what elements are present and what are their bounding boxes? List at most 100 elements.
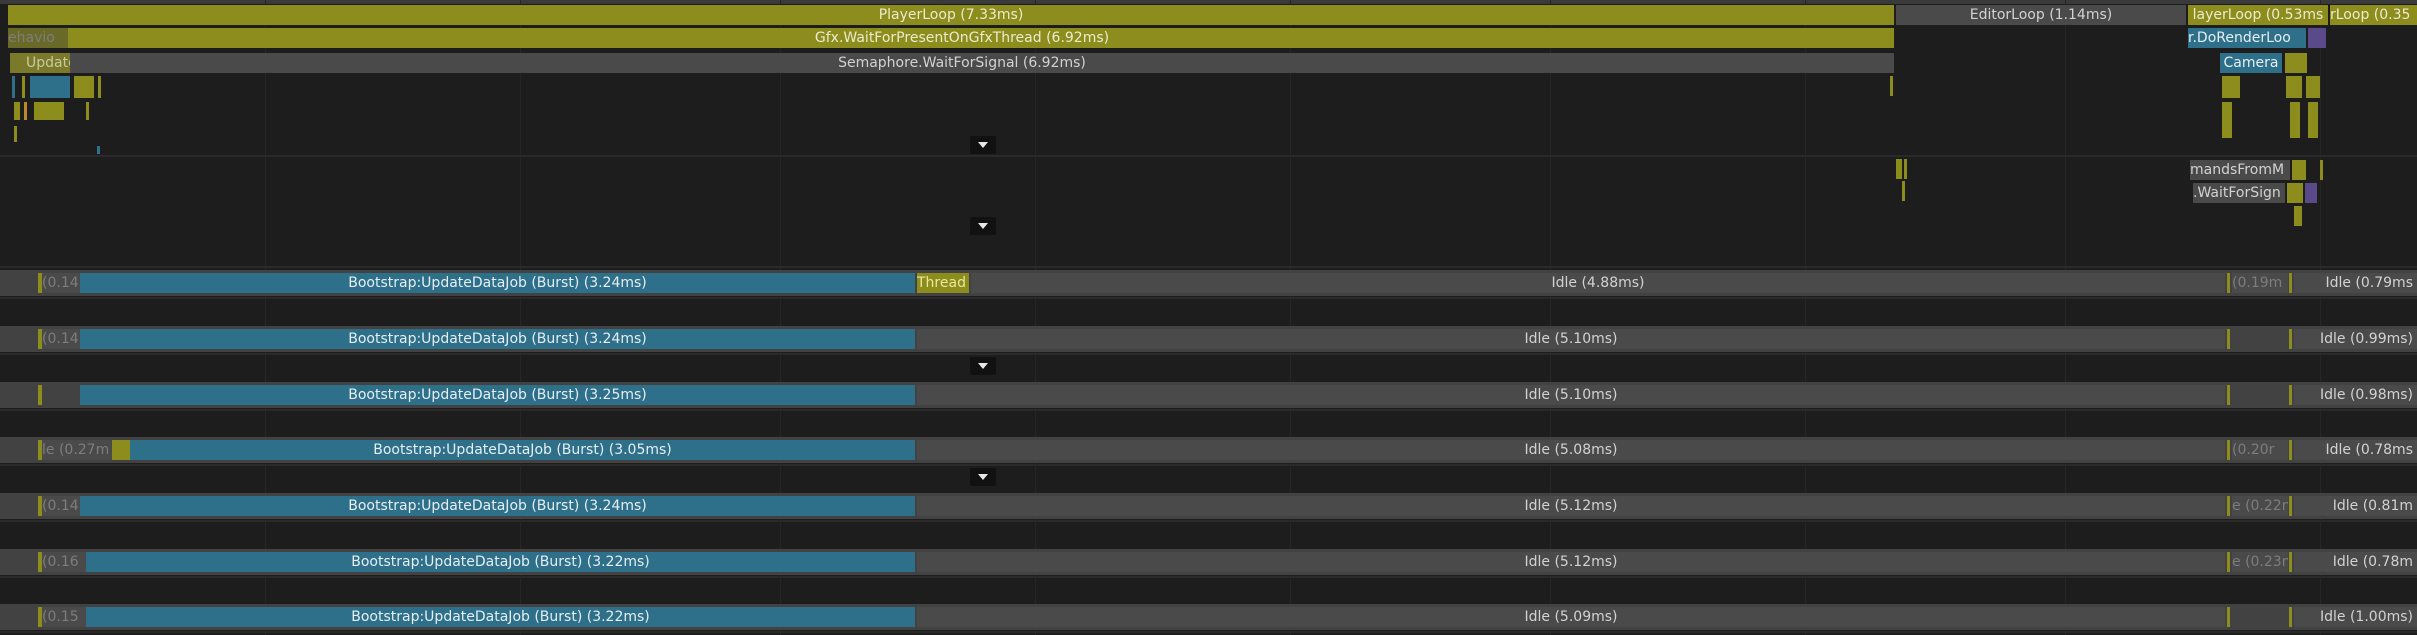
sample-tick[interactable] [1902,181,1905,201]
commands-from-bar[interactable]: mandsFromM [2190,160,2290,180]
player-loop-bar-2[interactable]: layerLoop (0.53ms [2188,5,2328,25]
sample-tick[interactable] [14,102,20,120]
idle-right-bar[interactable]: Idle (0.81m [2294,496,2417,516]
job-tick[interactable] [2289,496,2292,516]
sample-tick[interactable] [2286,76,2302,98]
sample-tick[interactable] [86,102,89,120]
lane-separator [0,353,2417,355]
job-pre-bar[interactable]: (0.14 [42,273,80,293]
idle-bar[interactable]: Idle (5.12ms) [917,496,2225,516]
idle-bar[interactable]: Idle (5.10ms) [917,385,2225,405]
lane-separator [0,631,2417,633]
job-worker-row: (0.14 Bootstrap:UpdateDataJob (Burst) (3.… [0,270,2417,296]
player-loop-bar-3[interactable]: rLoop (0.35 [2330,5,2417,25]
idle-right-bar[interactable]: Idle (0.79ms [2294,273,2417,293]
sample-tick[interactable] [97,146,100,154]
idle-right-bar[interactable]: Idle (0.99ms) [2294,329,2417,349]
update-data-job-bar[interactable]: Bootstrap:UpdateDataJob (Burst) (3.24ms) [80,329,915,349]
idle-bar[interactable]: Idle (5.10ms) [917,329,2225,349]
job-small-bar[interactable]: e (0.22n [2232,496,2288,516]
idle-right-bar[interactable]: Idle (1.00ms) [2294,607,2417,627]
job-worker-row: (0.14 Bootstrap:UpdateDataJob (Burst) (3.… [0,493,2417,519]
sample-tick[interactable] [22,76,25,98]
render-sub-bar[interactable] [2305,183,2317,203]
update-data-job-bar[interactable]: Bootstrap:UpdateDataJob (Burst) (3.05ms) [130,440,915,460]
sample-tick[interactable] [2306,76,2320,98]
job-pre-bar[interactable]: (0.15 [42,607,86,627]
sample-tick[interactable] [2222,102,2232,138]
job-pre-bar[interactable]: (0.14 [42,329,80,349]
job-tick[interactable] [38,385,42,405]
camera-bar[interactable]: Camera [2220,53,2282,73]
idle-right-bar[interactable]: Idle (0.98ms) [2294,385,2417,405]
job-worker-row: (0.15 Bootstrap:UpdateDataJob (Burst) (3.… [0,604,2417,630]
sample-tick[interactable] [30,76,70,98]
job-tick[interactable] [2289,607,2292,627]
job-worker-row: le (0.27m Bootstrap:UpdateDataJob (Burst)… [0,437,2417,463]
player-loop-bar[interactable]: PlayerLoop (7.33ms) [8,5,1894,25]
job-small-bar[interactable]: (0.19m [2232,273,2288,293]
job-tick[interactable] [2227,552,2230,572]
job-pre-bar[interactable]: (0.14 [42,496,80,516]
job-tick[interactable] [2289,385,2292,405]
update-data-job-bar[interactable]: Bootstrap:UpdateDataJob (Burst) (3.24ms) [80,496,915,516]
sample-tick[interactable] [1904,159,1907,179]
job-tick[interactable] [2289,552,2292,572]
job-small-bar[interactable]: e (0.23m [2232,552,2288,572]
job-tick[interactable] [2227,496,2230,516]
sample-tick[interactable] [74,76,94,98]
job-pre-bar[interactable]: (0.16 [42,552,86,572]
job-tick[interactable] [2289,273,2292,293]
sample-tick[interactable] [34,102,64,120]
semaphore-bar[interactable]: Semaphore.WaitForSignal (6.92ms) [30,53,1894,73]
behaviour-bar[interactable]: ehavio [8,28,68,48]
render-sub-bar[interactable] [2287,183,2303,203]
job-tick[interactable] [2227,273,2230,293]
update-data-job-bar[interactable]: Bootstrap:UpdateDataJob (Burst) (3.24ms) [80,273,915,293]
update-data-job-bar[interactable]: Bootstrap:UpdateDataJob (Burst) (3.22ms) [86,552,915,572]
expand-arrow-icon[interactable] [970,217,996,235]
update-bar[interactable]: Update [10,53,70,73]
do-render-loop-bar[interactable]: r.DoRenderLoo [2188,28,2306,48]
job-tick[interactable] [2227,329,2230,349]
sample-tick[interactable] [2294,206,2302,226]
job-tick[interactable] [2227,385,2230,405]
lane-separator [0,266,2417,268]
editor-loop-bar[interactable]: EditorLoop (1.14ms) [1896,5,2186,25]
camera-sub-bar[interactable] [2285,53,2307,73]
job-post-bar[interactable]: Thread [917,273,969,293]
sample-tick[interactable] [24,102,27,120]
idle-right-bar[interactable]: Idle (0.78ms [2294,440,2417,460]
expand-arrow-icon[interactable] [970,468,996,486]
idle-bar[interactable]: Idle (5.09ms) [917,607,2225,627]
idle-bar[interactable]: Idle (5.08ms) [917,440,2225,460]
update-data-job-bar[interactable]: Bootstrap:UpdateDataJob (Burst) (3.22ms) [86,607,915,627]
job-tick[interactable] [112,440,130,460]
sample-tick[interactable] [14,126,17,142]
sample-tick[interactable] [2308,102,2318,138]
sample-tick[interactable] [1896,159,1902,179]
render-sub-bar[interactable] [2292,160,2306,180]
sample-tick[interactable] [98,76,101,98]
render-sub-bar[interactable] [2308,28,2326,48]
job-tick[interactable] [2227,607,2230,627]
sample-tick[interactable] [2222,76,2240,98]
idle-right-bar[interactable]: Idle (0.78m [2294,552,2417,572]
sample-tick[interactable] [12,76,15,98]
idle-bar[interactable]: Idle (5.12ms) [917,552,2225,572]
gfx-wait-bar[interactable]: Gfx.WaitForPresentOnGfxThread (6.92ms) [30,28,1894,48]
job-tick[interactable] [2227,440,2230,460]
update-data-job-bar[interactable]: Bootstrap:UpdateDataJob (Burst) (3.25ms) [80,385,915,405]
lane-separator [0,576,2417,578]
job-worker-row: Bootstrap:UpdateDataJob (Burst) (3.25ms)… [0,382,2417,408]
idle-bar[interactable]: Idle (4.88ms) [971,273,2225,293]
expand-arrow-icon[interactable] [970,357,996,375]
job-small-bar[interactable]: (0.20r [2232,440,2288,460]
job-tick[interactable] [2289,440,2292,460]
expand-arrow-icon[interactable] [970,136,996,154]
sample-tick[interactable] [2320,160,2323,180]
sample-tick[interactable] [1890,76,1893,96]
sample-tick[interactable] [2290,102,2300,138]
job-tick[interactable] [2289,329,2292,349]
wait-for-signal-bar[interactable]: .WaitForSign [2193,183,2285,203]
